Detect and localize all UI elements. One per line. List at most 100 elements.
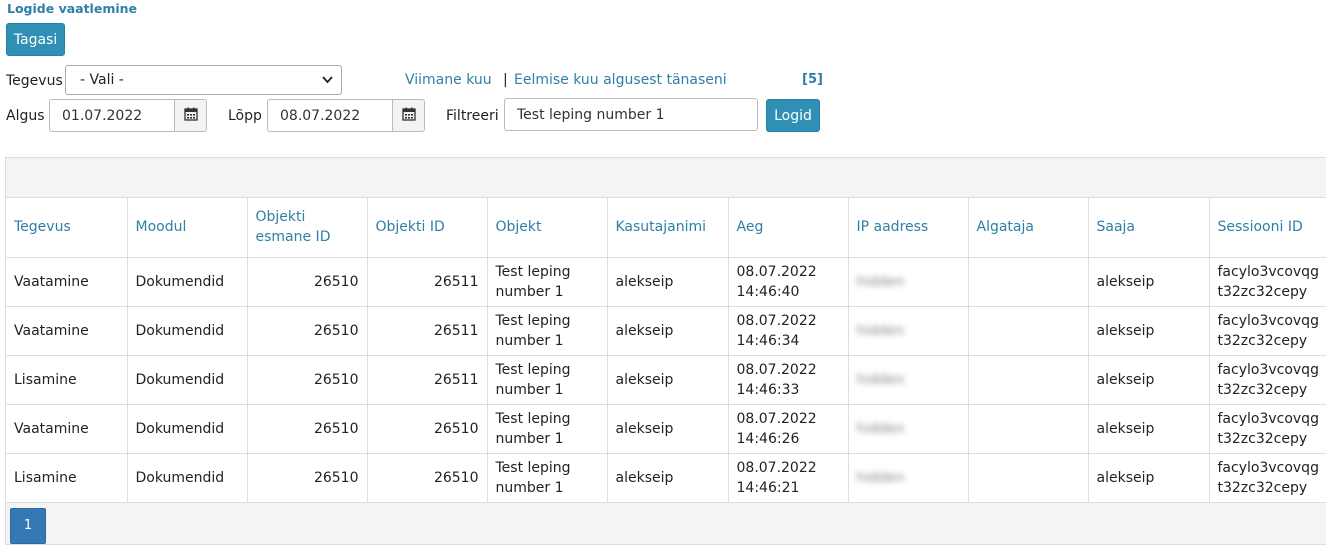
column-header-ip[interactable]: IP aadress [848, 198, 969, 258]
cell-initiator [968, 453, 1089, 503]
cell-receiver: alekseip [1088, 453, 1210, 503]
cell-initiator [968, 355, 1089, 405]
cell-ip: hidden [848, 306, 969, 356]
blurred-ip: hidden [856, 469, 905, 486]
cell-primary-id: 26510 [247, 257, 368, 307]
blurred-ip: hidden [856, 322, 905, 339]
cell-object: Test leping number 1 [487, 257, 608, 307]
cell-time: 08.07.2022 14:46:40 [728, 257, 849, 307]
column-header-initiator[interactable]: Algataja [968, 198, 1089, 258]
calendar-icon [401, 107, 416, 125]
table-row[interactable]: Lisamine Dokumendid 26510 26511 Test lep… [6, 355, 1326, 405]
cell-initiator [968, 404, 1089, 454]
cell-session: facylo3vcovqgt32zc32cepy [1209, 355, 1326, 405]
cell-session: facylo3vcovqgt32zc32cepy [1209, 404, 1326, 454]
cell-username: alekseip [607, 257, 729, 307]
column-header-module[interactable]: Moodul [127, 198, 248, 258]
cell-action: Lisamine [6, 355, 128, 405]
start-date-input[interactable]: 01.07.2022 [49, 99, 174, 132]
filter-label: Filtreeri [446, 108, 499, 124]
cell-time: 08.07.2022 14:46:34 [728, 306, 849, 356]
cell-object: Test leping number 1 [487, 355, 608, 405]
cell-object: Test leping number 1 [487, 453, 608, 503]
cell-object-id: 26511 [367, 257, 488, 307]
page-button-1[interactable]: 1 [10, 507, 46, 544]
cell-module: Dokumendid [127, 453, 248, 503]
table-header-row: Tegevus Moodul Objekti esmane ID Objekti… [6, 198, 1326, 258]
end-date-field: 08.07.2022 [267, 99, 425, 132]
cell-session: facylo3vcovqgt32zc32cepy [1209, 257, 1326, 307]
start-calendar-button[interactable] [174, 99, 207, 132]
cell-session: facylo3vcovqgt32zc32cepy [1209, 453, 1326, 503]
pagination: 1 [6, 502, 1326, 544]
cell-object-id: 26510 [367, 453, 488, 503]
cell-object-id: 26511 [367, 306, 488, 356]
column-header-time[interactable]: Aeg [728, 198, 849, 258]
cell-module: Dokumendid [127, 404, 248, 454]
cell-object: Test leping number 1 [487, 404, 608, 454]
end-label: Lõpp [228, 108, 262, 124]
cell-receiver: alekseip [1088, 355, 1210, 405]
cell-time: 08.07.2022 14:46:26 [728, 404, 849, 454]
column-header-object-id[interactable]: Objekti ID [367, 198, 488, 258]
cell-ip: hidden [848, 453, 969, 503]
back-button[interactable]: Tagasi [6, 23, 65, 56]
logs-button[interactable]: Logid [766, 99, 820, 132]
column-header-object[interactable]: Objekt [487, 198, 608, 258]
last-month-link[interactable]: Viimane kuu [405, 72, 492, 88]
cell-ip: hidden [848, 257, 969, 307]
table-row[interactable]: Vaatamine Dokumendid 26510 26510 Test le… [6, 404, 1326, 454]
prev-month-link[interactable]: Eelmise kuu algusest tänaseni [514, 72, 727, 88]
blurred-ip: hidden [856, 420, 905, 437]
cell-ip: hidden [848, 355, 969, 405]
cell-object-id: 26510 [367, 404, 488, 454]
action-select-value: - Vali - [80, 72, 124, 88]
page-title: Logide vaatlemine [7, 1, 138, 16]
cell-module: Dokumendid [127, 355, 248, 405]
blurred-ip: hidden [856, 371, 905, 388]
cell-module: Dokumendid [127, 306, 248, 356]
action-label: Tegevus [6, 73, 63, 89]
cell-time: 08.07.2022 14:46:21 [728, 453, 849, 503]
column-header-receiver[interactable]: Saaja [1088, 198, 1210, 258]
log-grid: Tegevus Moodul Objekti esmane ID Objekti… [5, 157, 1326, 545]
log-table: Tegevus Moodul Objekti esmane ID Objekti… [6, 198, 1326, 503]
link-separator: | [503, 72, 508, 88]
column-header-primary-id[interactable]: Objekti esmane ID [247, 198, 368, 258]
chevron-down-icon [322, 74, 333, 87]
start-label: Algus [6, 108, 45, 124]
cell-username: alekseip [607, 453, 729, 503]
grid-toolbar [6, 158, 1326, 198]
cell-time: 08.07.2022 14:46:33 [728, 355, 849, 405]
cell-primary-id: 26510 [247, 355, 368, 405]
cell-username: alekseip [607, 404, 729, 454]
table-row[interactable]: Vaatamine Dokumendid 26510 26511 Test le… [6, 257, 1326, 307]
cell-object: Test leping number 1 [487, 306, 608, 356]
calendar-icon [183, 107, 198, 125]
column-header-session[interactable]: Sessiooni ID [1209, 198, 1326, 258]
cell-initiator [968, 306, 1089, 356]
result-count: [5] [802, 72, 823, 87]
cell-username: alekseip [607, 355, 729, 405]
column-header-username[interactable]: Kasutajanimi [607, 198, 729, 258]
cell-receiver: alekseip [1088, 257, 1210, 307]
cell-action: Vaatamine [6, 306, 128, 356]
cell-receiver: alekseip [1088, 306, 1210, 356]
cell-ip: hidden [848, 404, 969, 454]
cell-primary-id: 26510 [247, 306, 368, 356]
column-header-action[interactable]: Tegevus [6, 198, 128, 258]
table-row[interactable]: Vaatamine Dokumendid 26510 26511 Test le… [6, 306, 1326, 356]
end-calendar-button[interactable] [392, 99, 425, 132]
end-date-input[interactable]: 08.07.2022 [267, 99, 392, 132]
filter-input[interactable] [504, 98, 758, 131]
cell-receiver: alekseip [1088, 404, 1210, 454]
action-select[interactable]: - Vali - [65, 65, 342, 95]
table-row[interactable]: Lisamine Dokumendid 26510 26510 Test lep… [6, 453, 1326, 503]
cell-object-id: 26511 [367, 355, 488, 405]
cell-action: Lisamine [6, 453, 128, 503]
cell-module: Dokumendid [127, 257, 248, 307]
cell-action: Vaatamine [6, 404, 128, 454]
cell-session: facylo3vcovqgt32zc32cepy [1209, 306, 1326, 356]
cell-primary-id: 26510 [247, 404, 368, 454]
cell-action: Vaatamine [6, 257, 128, 307]
